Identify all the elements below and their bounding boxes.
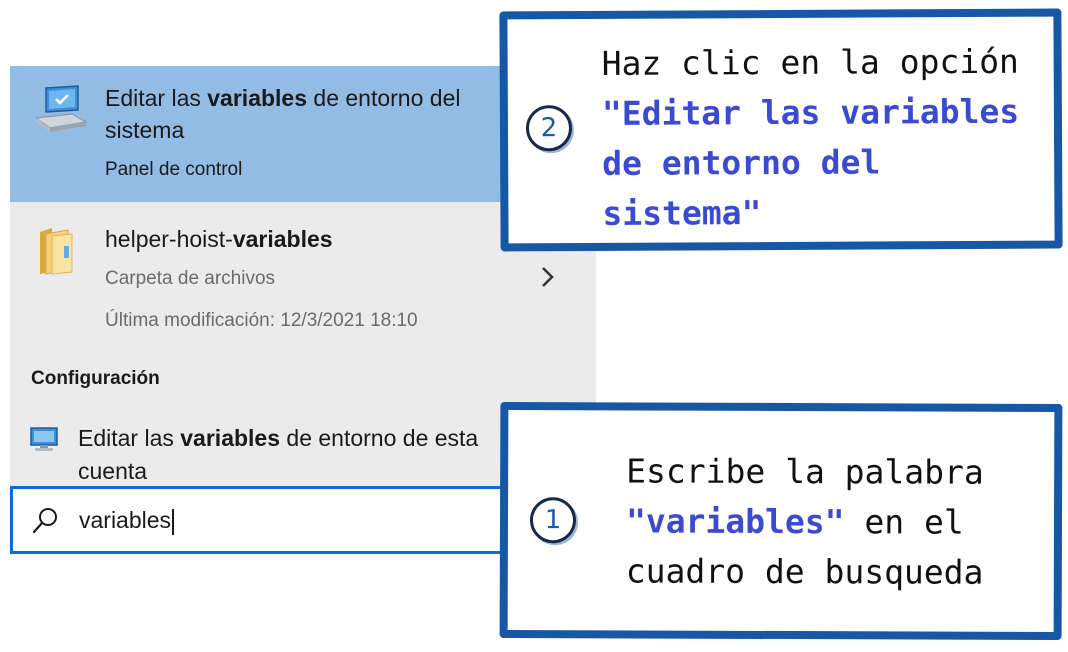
monitor-icon	[30, 427, 58, 451]
callout-instruction: Haz clic en la opción "Editar las variab…	[601, 41, 1020, 233]
computer-icon	[34, 85, 88, 132]
step-number-badge: 1	[529, 497, 577, 544]
search-icon	[32, 508, 57, 534]
settings-section-heading: Configuración	[31, 368, 160, 389]
folder-icon	[40, 228, 73, 275]
callout-instruction: Escribe la palabra "variables" en el cua…	[625, 451, 984, 592]
folder-result-title: helper-hoist-variables	[105, 226, 333, 252]
chevron-right-icon[interactable]	[538, 264, 558, 290]
best-match-subtitle: Panel de control	[105, 159, 243, 180]
search-input[interactable]: variables	[79, 503, 175, 537]
callout-step-2: 2 Haz clic en la opción "Editar las vari…	[499, 8, 1063, 252]
step-number-badge: 2	[525, 105, 573, 152]
setting-result-title: Editar las variables de entorno de esta …	[78, 425, 479, 484]
folder-result-modified: Última modificación: 12/3/2021 18:10	[105, 310, 418, 331]
best-match-title: Editar las variables de entorno del sist…	[105, 85, 461, 143]
text-caret	[172, 508, 175, 535]
folder-result-type: Carpeta de archivos	[105, 268, 276, 289]
callout-step-1: 1 Escribe la palabra "variables" en el c…	[499, 402, 1063, 640]
search-box[interactable]: variables	[10, 486, 508, 554]
